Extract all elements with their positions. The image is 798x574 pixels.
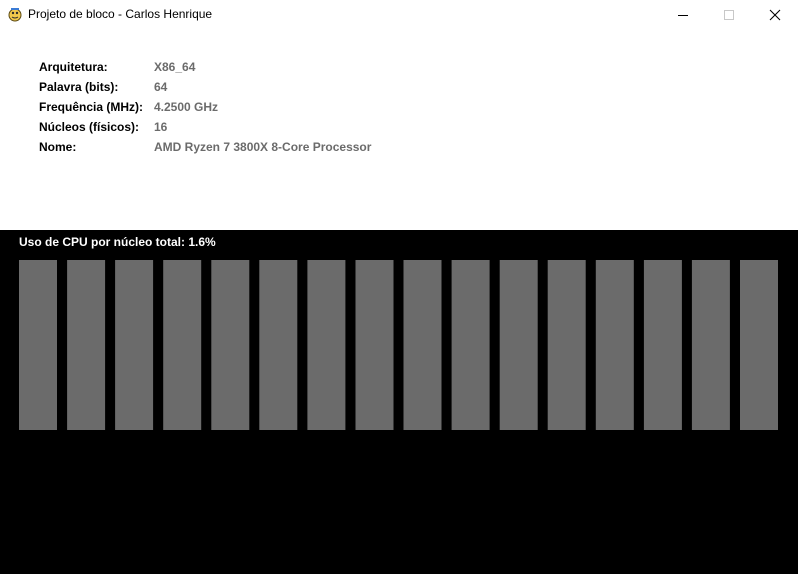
cpu-core-bar — [307, 260, 346, 430]
cpu-core-bar — [67, 260, 106, 430]
processor-name-value: AMD Ryzen 7 3800X 8-Core Processor — [154, 140, 372, 154]
cpu-core-bar — [19, 260, 57, 430]
minimize-button[interactable] — [660, 0, 706, 29]
cpu-core-bar — [691, 260, 730, 430]
frequency-label: Frequência (MHz): — [39, 100, 144, 114]
cpu-usage-panel: Uso de CPU por núcleo total: 1.6% — [0, 230, 798, 574]
processor-name-label: Nome: — [39, 140, 77, 154]
cpu-core-bar — [547, 260, 586, 430]
close-icon — [769, 9, 781, 20]
cpu-core-bar — [403, 260, 442, 430]
close-button[interactable] — [752, 0, 798, 29]
cpu-core-bar — [643, 260, 682, 430]
word-size-label: Palavra (bits): — [39, 80, 119, 94]
cpu-core-bar — [163, 260, 202, 430]
cpu-core-bar — [595, 260, 634, 430]
maximize-icon — [724, 9, 734, 20]
word-size-value: 64 — [154, 80, 168, 94]
maximize-button[interactable] — [706, 0, 752, 29]
cpu-core-bars — [19, 260, 778, 430]
cpu-core-bar — [259, 260, 298, 430]
frequency-value: 4.2500 GHz — [154, 100, 219, 114]
cpu-core-bar — [499, 260, 538, 430]
physical-cores-value: 16 — [154, 120, 168, 134]
app-window: Projeto de bloco - Carlos Henrique Arqui… — [0, 0, 798, 574]
minimize-icon — [678, 14, 688, 16]
cpu-core-bar — [740, 260, 778, 430]
architecture-label: Arquitetura: — [39, 60, 108, 74]
architecture-value: X86_64 — [154, 60, 196, 74]
window-title: Projeto de bloco - Carlos Henrique — [28, 7, 213, 21]
pygame-snake-icon — [8, 8, 22, 22]
cpu-core-bar — [211, 260, 250, 430]
title-bar[interactable]: Projeto de bloco - Carlos Henrique — [0, 0, 798, 30]
cpu-core-bar — [355, 260, 394, 430]
cpu-core-bar — [115, 260, 154, 430]
physical-cores-label: Núcleos (físicos): — [39, 120, 140, 134]
cpu-core-bar — [451, 260, 490, 430]
system-info-panel: Arquitetura: X86_64 Palavra (bits): 64 F… — [0, 30, 798, 230]
